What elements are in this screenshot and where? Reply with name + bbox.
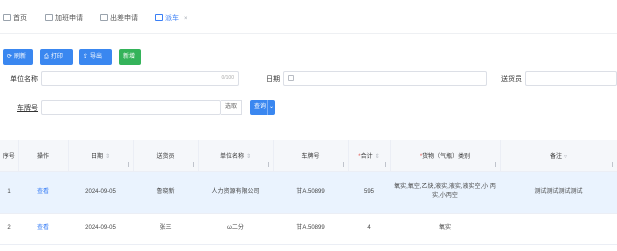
query-button[interactable]: 查询 ⌄ [250, 100, 275, 115]
print-icon: ⎙ [44, 54, 49, 60]
tab-home[interactable]: 首页 [3, 14, 27, 24]
cell-action: 查看 [18, 213, 68, 245]
column-divider [611, 161, 613, 167]
col-goods: *货物（气瓶）类别 [390, 140, 501, 172]
column-divider [192, 161, 194, 167]
col-total[interactable]: *合计 ⇕ [348, 140, 391, 172]
pick-button[interactable]: 选取 [221, 100, 243, 115]
column-divider [494, 161, 496, 167]
cell-unit: 人力资源有限公司 [198, 171, 273, 214]
col-date[interactable]: 日期 ⇕ [68, 140, 134, 172]
cell-goods: 氧实,氧空,乙炔,液实,液实,液实空,小 丙实,小丙空 [390, 171, 500, 214]
dispatch-table: 序号 操作 日期 ⇕ 送货员 单位名称 ⇕ 车牌号 *合计 ⇕ *货物（气瓶）类别 备… [0, 140, 617, 245]
export-icon: ⇪ [83, 54, 89, 60]
refresh-button[interactable]: ⟳ 刷新 [3, 49, 33, 65]
cell-plate: 甘A.50899 [273, 213, 348, 245]
tab-overtime[interactable]: 加班申请 [45, 14, 83, 24]
date-picker-input[interactable] [283, 71, 487, 86]
sort-icon[interactable]: ⇕ [246, 154, 251, 160]
char-counter: 0/100 [221, 75, 234, 81]
column-divider [384, 161, 386, 167]
tab-dispatch[interactable]: 派车 × [155, 14, 188, 24]
chevron-down-icon[interactable]: ⌄ [267, 100, 275, 115]
sender-label: 送货员 [501, 76, 522, 83]
page-icon [155, 14, 163, 21]
cell-goods: 氧实 [390, 213, 500, 245]
cell-sender: 张三 [133, 213, 198, 245]
cell-total: 595 [348, 171, 390, 214]
cell-action: 查看 [18, 171, 68, 214]
cell-plate: 甘A.50899 [273, 171, 348, 214]
tab-bar: 首页 加班申请 出差申请 派车 × [0, 0, 617, 34]
sort-icon[interactable]: ⇕ [105, 154, 110, 160]
table-header-row: 序号 操作 日期 ⇕ 送货员 单位名称 ⇕ 车牌号 *合计 ⇕ *货物（气瓶）类别 备… [0, 140, 617, 172]
page-icon [45, 14, 53, 21]
cell-index: 2 [0, 213, 18, 245]
cell-remark: 测试测试测试测试 [500, 171, 617, 214]
col-plate: 车牌号 [273, 140, 349, 172]
page-icon [100, 14, 108, 21]
column-divider [342, 161, 344, 167]
table-row[interactable]: 1 查看 2024-09-05 鲁晓新 人力资源有限公司 甘A.50899 59… [0, 171, 617, 214]
cell-unit: ω二分 [198, 213, 273, 245]
close-icon[interactable]: × [184, 16, 188, 22]
col-sender: 送货员 [133, 140, 199, 172]
column-divider [267, 161, 269, 167]
add-button[interactable]: 新增 [119, 49, 141, 65]
column-divider [127, 161, 129, 167]
cell-index: 1 [0, 171, 18, 214]
unit-name-input[interactable]: 0/100 [41, 71, 239, 86]
sender-input[interactable] [525, 71, 617, 86]
print-button[interactable]: ⎙ 打印 [40, 49, 73, 65]
plate-label: 车牌号 [17, 105, 38, 112]
date-label: 日期 [266, 76, 280, 83]
view-link[interactable]: 查看 [37, 225, 49, 231]
view-link[interactable]: 查看 [37, 189, 49, 195]
calendar-icon [288, 75, 294, 81]
unit-name-label: 单位名称 [10, 76, 38, 83]
cell-total: 4 [348, 213, 390, 245]
cell-sender: 鲁晓新 [133, 171, 198, 214]
col-index: 序号 [0, 140, 19, 172]
plate-input[interactable] [41, 100, 221, 115]
col-action: 操作 [18, 140, 69, 172]
sort-icon[interactable]: ⇕ [375, 154, 380, 160]
cell-date: 2024-09-05 [68, 213, 133, 245]
table-row[interactable]: 2 查看 2024-09-05 张三 ω二分 甘A.50899 4 氧实 [0, 213, 617, 245]
col-unit[interactable]: 单位名称 ⇕ [198, 140, 274, 172]
refresh-icon: ⟳ [7, 54, 13, 60]
export-button[interactable]: ⇪ 导出 [79, 49, 112, 65]
filter-icon[interactable]: ▿ [564, 154, 567, 160]
cell-remark [500, 213, 617, 245]
tab-business-trip[interactable]: 出差申请 [100, 14, 138, 24]
page-icon [3, 14, 11, 21]
col-remark[interactable]: 备注 ▿ [500, 140, 617, 172]
cell-date: 2024-09-05 [68, 171, 133, 214]
